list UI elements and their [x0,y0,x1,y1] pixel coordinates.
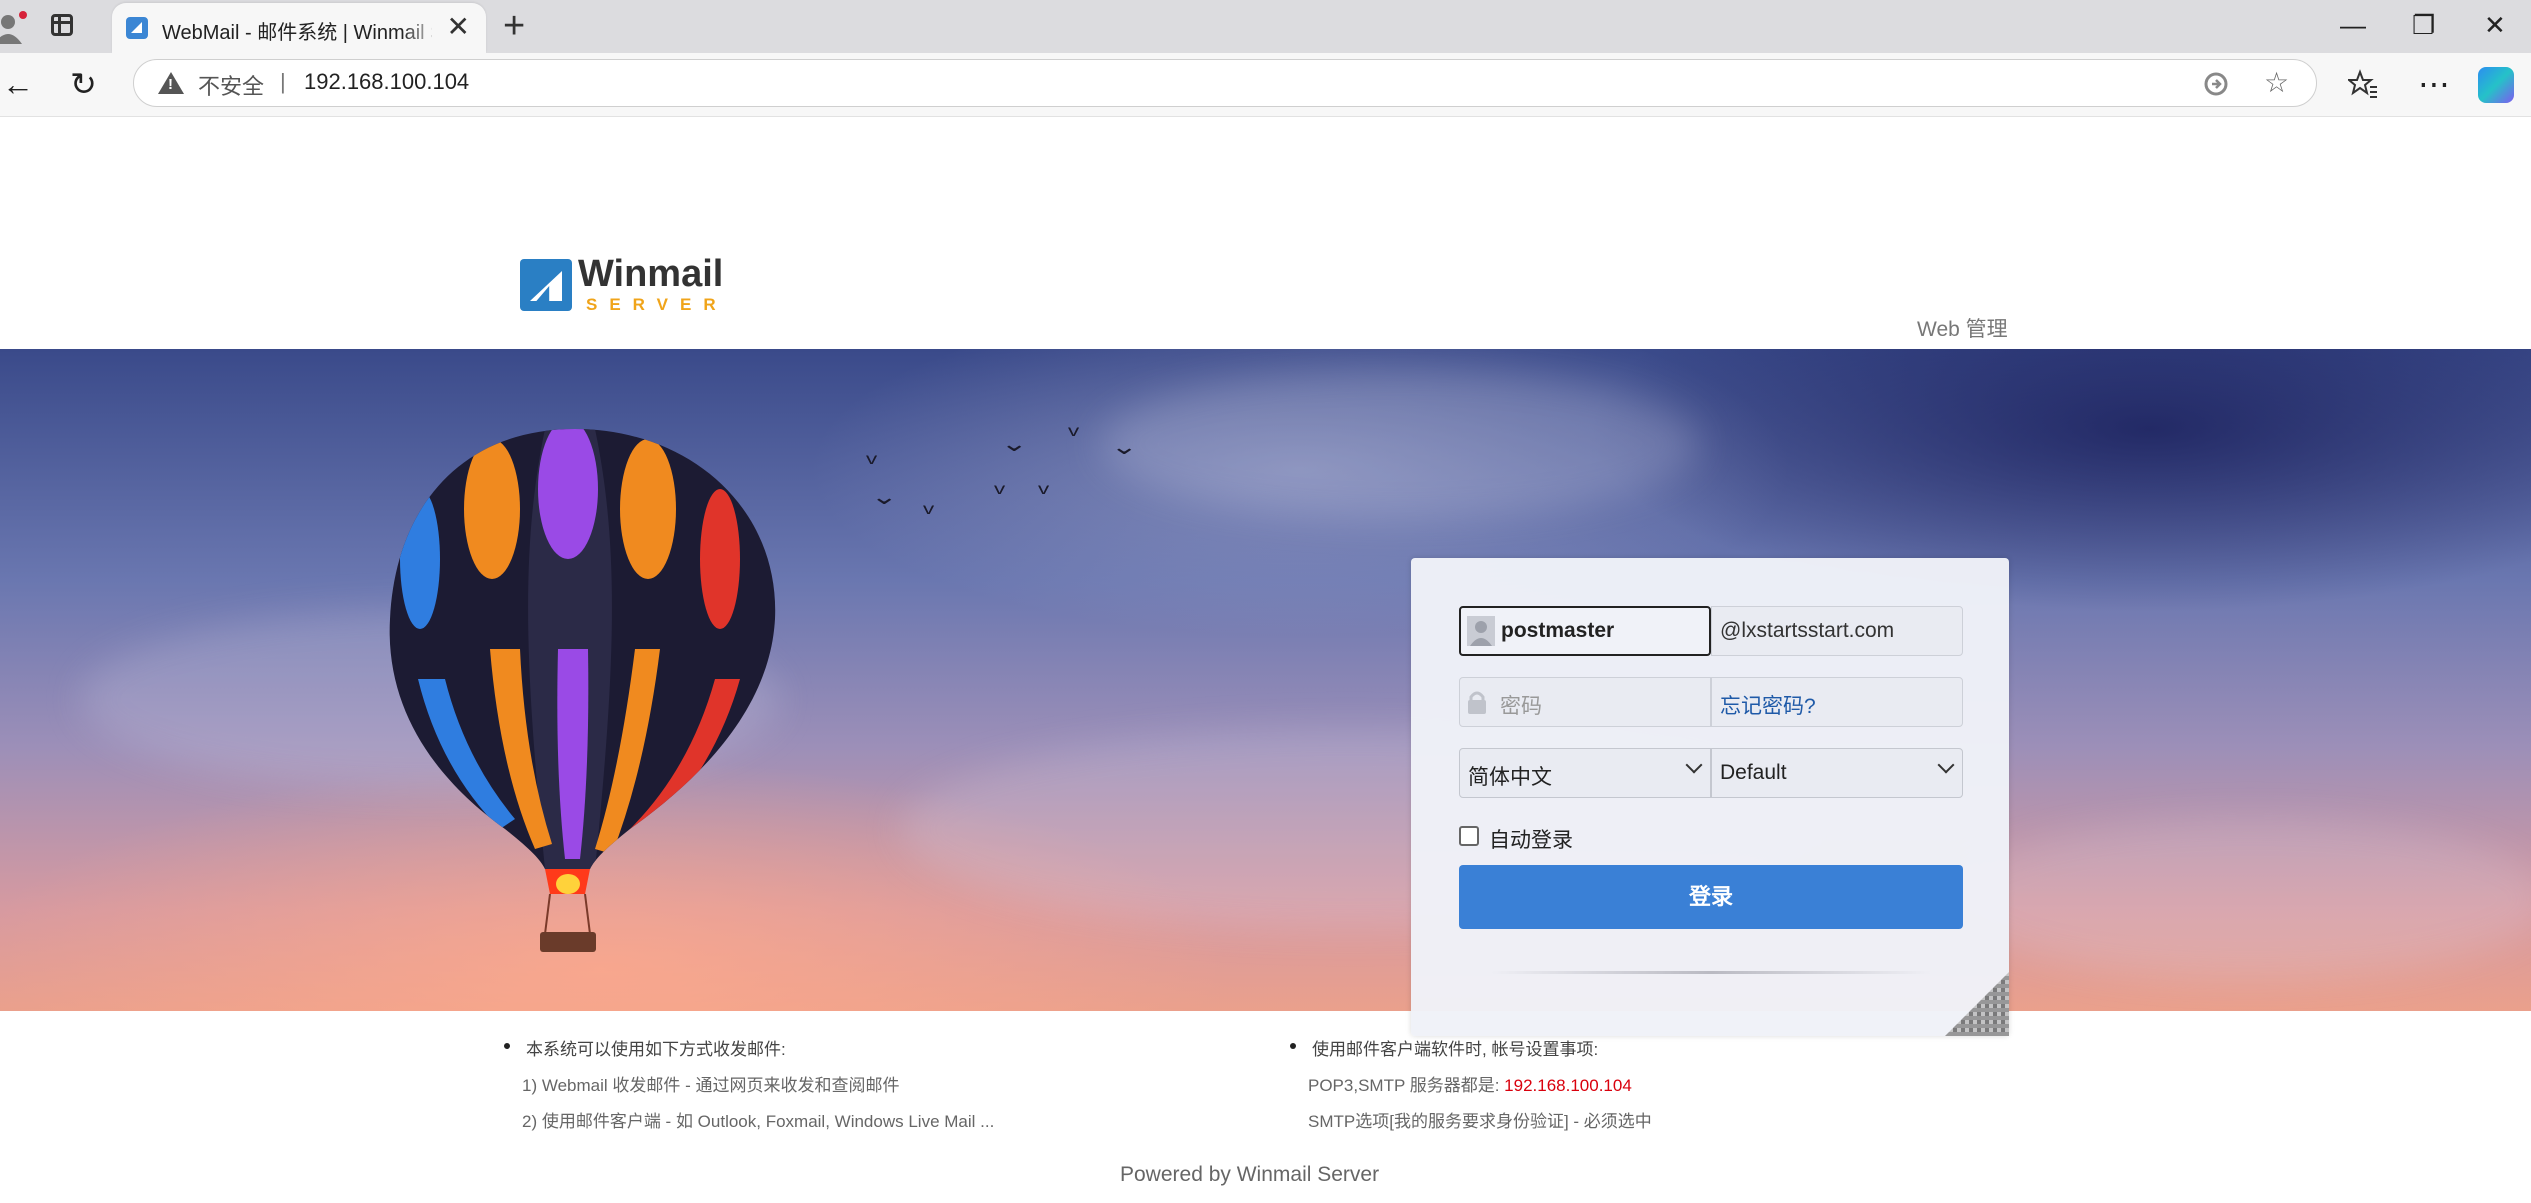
bird-icon: ᵛ [994,479,1005,504]
chevron-down-icon [1685,756,1703,774]
info-right-title: 使用邮件客户端软件时, 帐号设置事项: [1289,1035,1598,1060]
address-separator: | [280,69,286,94]
web-admin-link[interactable]: Web 管理 [1917,313,2008,343]
logo-text: Winmail [578,253,724,295]
minimize-icon[interactable]: — [2340,10,2366,40]
bird-icon: ⌄ [1110,434,1139,459]
tab-title-fade [402,9,442,47]
server-ip: 192.168.100.104 [1504,1076,1632,1095]
back-icon[interactable]: ← [2,67,34,101]
lock-icon [1468,691,1486,714]
bird-icon: ᵛ [1038,479,1049,504]
close-window-icon[interactable]: ✕ [2484,10,2506,40]
info-right-line1: POP3,SMTP 服务器都是: 192.168.100.104 [1308,1071,1632,1096]
forgot-password-link[interactable]: 忘记密码? [1720,690,1816,720]
restore-icon[interactable]: ❐ [2412,10,2435,40]
domain-field[interactable]: @lxstartsstart.com [1711,606,1963,656]
cloud [1950,819,2531,979]
url-text[interactable]: 192.168.100.104 [304,69,469,95]
tab-actions-icon[interactable] [51,14,73,36]
info-left-title: 本系统可以使用如下方式收发邮件: [504,1035,786,1060]
close-tab-icon[interactable]: ✕ [447,13,470,41]
language-select[interactable]: 简体中文 [1459,748,1711,798]
favorites-icon[interactable] [2348,69,2378,99]
warning-icon[interactable] [158,72,184,94]
login-panel: postmaster @lxstartsstart.com 密码 忘记密码? 简… [1411,558,2009,1036]
browser-titlebar: WebMail - 邮件系统 | Winmail Server ✕ + — ❐ … [0,0,2531,53]
skin-select[interactable]: Default [1711,748,1963,798]
password-placeholder: 密码 [1500,695,1542,718]
logo-mark-icon [520,259,572,311]
winmail-logo: Winmail SERVER [520,253,730,317]
profile-icon[interactable] [0,10,30,44]
info-right-line1-prefix: POP3,SMTP 服务器都是: [1308,1076,1505,1095]
browser-tab[interactable]: WebMail - 邮件系统 | Winmail Server ✕ [112,3,486,53]
info-left-line1: 1) Webmail 收发邮件 - 通过网页来收发和查阅邮件 [522,1076,900,1095]
browser-navbar: ← ↻ 不安全 | 192.168.100.104 ☆ ⋯ [0,53,2531,117]
panel-divider [1491,971,1931,974]
info-left-line2: 2) 使用邮件客户端 - 如 Outlook, Foxmail, Windows… [522,1112,995,1131]
bird-icon: ᵛ [866,449,877,474]
skin-value: Default [1720,761,1787,784]
logo-subtext: SERVER [586,295,728,314]
new-tab-icon[interactable]: + [503,6,525,46]
bird-icon: ⌄ [1000,431,1029,456]
tab-title: WebMail - 邮件系统 | Winmail Server [162,22,432,44]
hero-banner: ᵛ ⌄ ᵛ ⌄ ⌄ ᵛ ᵛ ᵛ [0,349,2531,1011]
reload-icon[interactable]: ↻ [70,67,97,101]
copilot-icon[interactable] [2478,67,2514,103]
cloud [1100,369,1700,519]
username-input[interactable]: postmaster [1459,606,1711,656]
more-icon[interactable]: ⋯ [2418,67,2450,101]
forgot-password-field: 忘记密码? [1711,677,1963,727]
chevron-down-icon [1937,756,1955,774]
login-button[interactable]: 登录 [1459,865,1963,929]
powered-by-text: Powered by Winmail Server [1120,1163,1380,1186]
bird-icon: ᵛ [1068,421,1079,446]
hot-air-balloon-image [389,429,776,952]
info-section: 本系统可以使用如下方式收发邮件: 1) Webmail 收发邮件 - 通过网页来… [0,1011,2531,1201]
bird-icon: ⌄ [870,484,899,509]
webmail-page: Winmail SERVER Web 管理 ᵛ ⌄ ᵛ ⌄ ⌄ ᵛ ᵛ ᵛ po… [0,117,2531,1203]
auto-login-checkbox[interactable] [1459,826,1479,846]
read-aloud-icon[interactable] [2202,70,2230,98]
language-value: 简体中文 [1468,766,1552,789]
favorite-star-icon[interactable]: ☆ [2264,68,2289,98]
favicon-icon [126,17,148,39]
address-bar[interactable]: 不安全 | 192.168.100.104 ☆ [133,59,2317,107]
username-value: postmaster [1501,619,1615,642]
user-icon [1467,616,1495,646]
bird-icon: ᵛ [923,499,934,524]
security-label[interactable]: 不安全 [198,69,264,101]
info-right-line2: SMTP选项[我的服务要求身份验证] - 必须选中 [1308,1112,1652,1131]
domain-value: @lxstartsstart.com [1720,619,1895,642]
password-input[interactable]: 密码 [1459,677,1711,727]
auto-login-label[interactable]: 自动登录 [1489,824,1573,854]
